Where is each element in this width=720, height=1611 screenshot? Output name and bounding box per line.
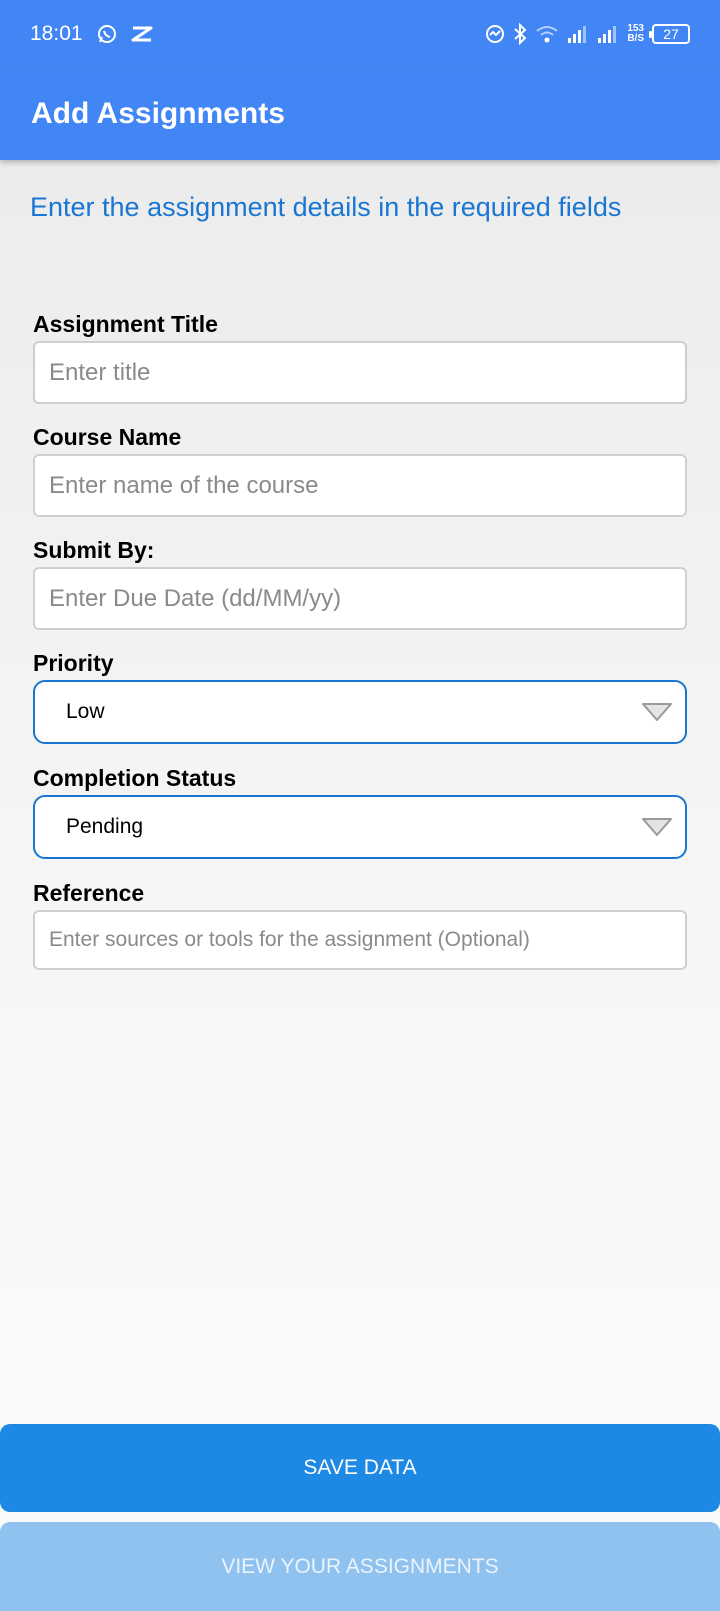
bluetooth-icon <box>513 23 527 45</box>
save-data-button[interactable]: SAVE DATA <box>0 1424 720 1512</box>
status-bar: 18:01 153 B/S 27 <box>0 0 720 68</box>
dropdown-arrow-icon <box>641 817 673 837</box>
dropdown-arrow-icon <box>641 702 673 722</box>
whatsapp-icon <box>97 24 117 44</box>
status-bar-right: 153 B/S 27 <box>485 23 690 45</box>
assignment-title-label: Assignment Title <box>33 311 218 337</box>
course-name-label: Course Name <box>33 424 182 450</box>
assignment-title-input[interactable] <box>33 341 687 404</box>
messenger-icon <box>485 24 505 44</box>
app-bar: Add Assignments <box>0 68 720 160</box>
completion-status-label: Completion Status <box>33 765 237 791</box>
battery-level: 27 <box>663 26 679 42</box>
completion-status-selected-value: Pending <box>66 815 144 838</box>
battery-icon: 27 <box>649 24 690 44</box>
clock: 18:01 <box>30 22 83 45</box>
capcut-icon <box>131 25 153 43</box>
completion-status-dropdown[interactable]: Pending <box>33 795 687 859</box>
priority-dropdown[interactable]: Low <box>33 680 687 744</box>
view-assignments-button[interactable]: VIEW YOUR ASSIGNMENTS <box>0 1522 720 1611</box>
reference-label: Reference <box>33 880 145 906</box>
due-date-label: Submit By: <box>33 537 155 563</box>
priority-label: Priority <box>33 650 114 676</box>
signal-icon <box>567 24 589 44</box>
priority-selected-value: Low <box>66 700 105 723</box>
network-speed-unit: B/S <box>627 33 644 44</box>
wifi-icon <box>535 24 559 44</box>
network-speed: 153 B/S <box>627 24 644 44</box>
signal-icon-2 <box>597 24 619 44</box>
course-name-input[interactable] <box>33 454 687 517</box>
status-bar-left: 18:01 <box>30 22 153 46</box>
due-date-input[interactable] <box>33 567 687 630</box>
instruction-text: Enter the assignment details in the requ… <box>30 192 622 222</box>
reference-input[interactable] <box>33 910 687 970</box>
page-title: Add Assignments <box>31 97 285 130</box>
